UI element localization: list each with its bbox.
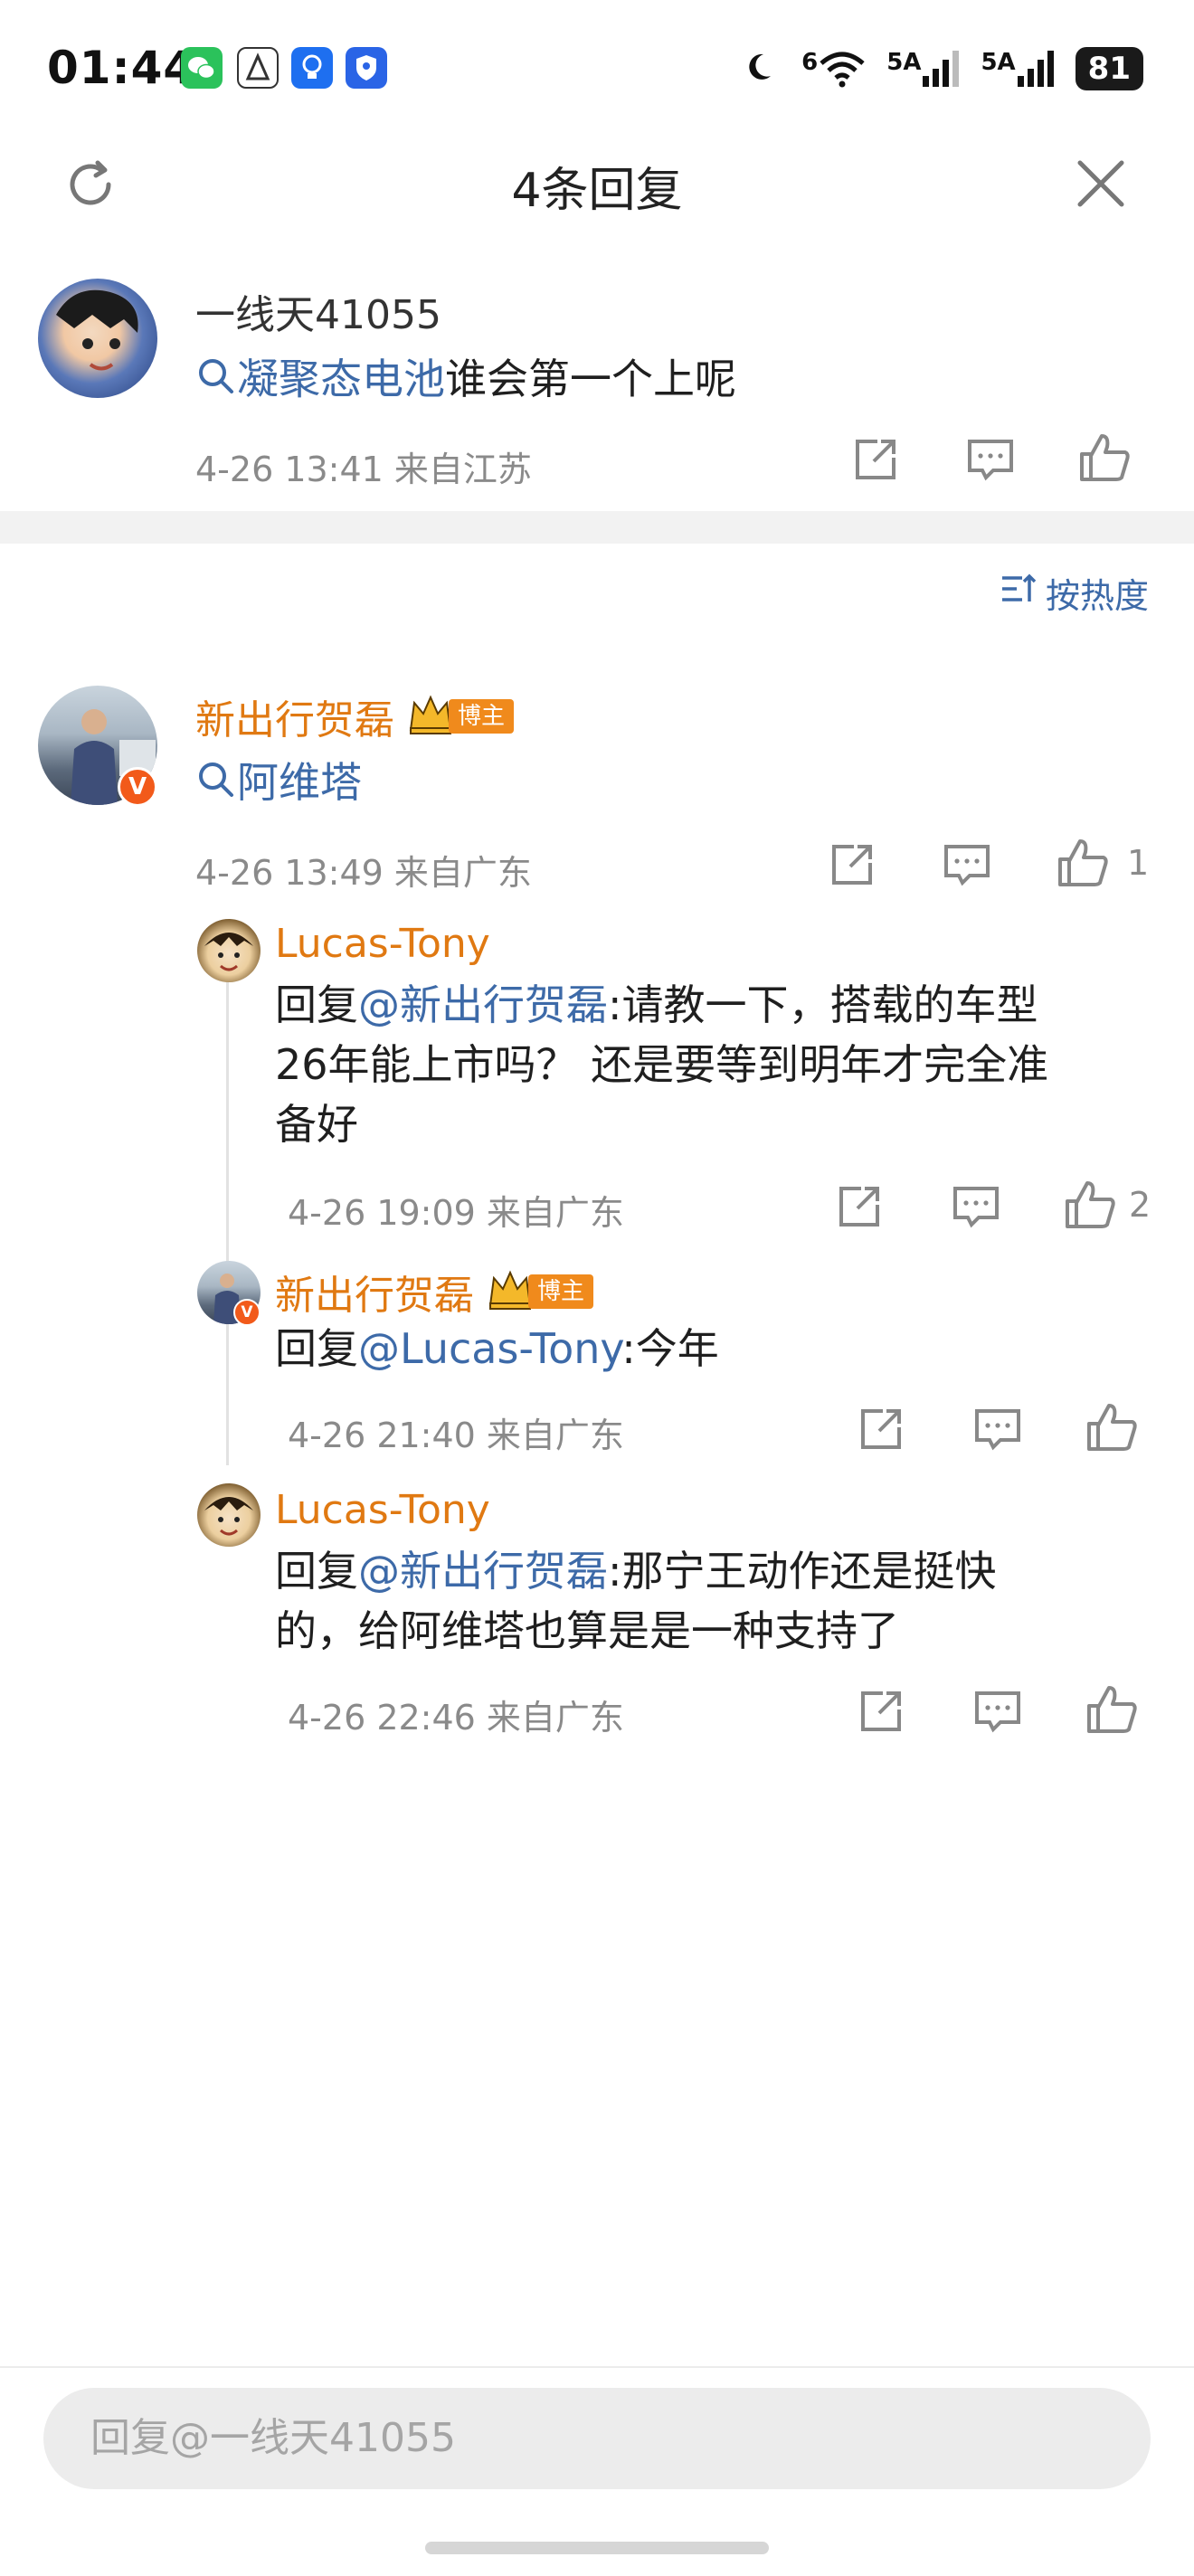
reply-prefix: 回复 bbox=[275, 980, 358, 1029]
like-icon[interactable] bbox=[1084, 1681, 1140, 1740]
signal2-icon: 5A bbox=[981, 49, 1055, 89]
reply2-username[interactable]: Lucas-Tony bbox=[275, 921, 490, 967]
topic-link[interactable]: 凝聚态电池 bbox=[237, 355, 445, 403]
sort-label: 按热度 bbox=[1045, 576, 1149, 616]
reply4-text: 回复@新出行贺磊:那宁王动作还是挺快 的，给阿维塔也算是是一种支持了 bbox=[275, 1541, 1143, 1661]
avatar[interactable] bbox=[197, 919, 261, 982]
share-icon[interactable] bbox=[856, 1686, 906, 1740]
topic-link[interactable]: 阿维塔 bbox=[237, 758, 362, 807]
signal1-label: 5A bbox=[886, 49, 922, 76]
reply1-username[interactable]: 新出行贺磊 bbox=[195, 687, 394, 745]
signal-icon: 5A bbox=[886, 49, 961, 89]
wifi-label: 6 bbox=[801, 49, 819, 76]
share-icon[interactable] bbox=[856, 1404, 906, 1458]
reply4-meta: 4-26 22:46 来自广东 bbox=[288, 1698, 624, 1738]
reply3-header: 新出行贺磊 博主 bbox=[275, 1263, 594, 1321]
signal2-label: 5A bbox=[981, 49, 1016, 76]
page-title: 4条回复 bbox=[511, 164, 683, 218]
bulb-icon bbox=[291, 47, 333, 89]
verified-icon: V bbox=[118, 767, 157, 807]
mention-link[interactable]: @新出行贺磊 bbox=[358, 980, 608, 1029]
share-icon[interactable] bbox=[827, 839, 877, 894]
reply2-line3: 备好 bbox=[275, 1100, 358, 1149]
battery-icon: 81 bbox=[1075, 47, 1143, 90]
close-icon[interactable] bbox=[1075, 157, 1127, 210]
reply2-text: 回复@新出行贺磊:请教一下，搭载的车型 26年能上市吗？ 还是要等到明年才完全准… bbox=[275, 975, 1143, 1154]
mention-link[interactable]: @Lucas-Tony bbox=[358, 1324, 621, 1373]
blogger-badge: 博主 bbox=[407, 694, 515, 739]
status-time: 01:44 bbox=[47, 42, 196, 94]
like-count: 2 bbox=[1129, 1185, 1151, 1225]
crown-icon bbox=[407, 694, 454, 739]
reply2-line1: :请教一下，搭载的车型 bbox=[608, 980, 1038, 1029]
thread-line bbox=[226, 977, 229, 1465]
section-divider bbox=[0, 511, 1194, 544]
avatar[interactable] bbox=[38, 279, 157, 398]
reply3-meta: 4-26 21:40 来自广东 bbox=[288, 1416, 624, 1455]
mention-link[interactable]: @新出行贺磊 bbox=[358, 1547, 608, 1596]
reply-prefix: 回复 bbox=[275, 1547, 358, 1596]
like-icon[interactable] bbox=[1084, 1398, 1140, 1458]
search-icon bbox=[195, 353, 237, 412]
share-icon[interactable] bbox=[834, 1181, 885, 1236]
reply2-meta: 4-26 19:09 来自广东 bbox=[288, 1193, 624, 1233]
avatar[interactable] bbox=[197, 1483, 261, 1547]
reply1-meta: 4-26 13:49 来自广东 bbox=[195, 853, 532, 893]
badge-label: 博主 bbox=[528, 1274, 594, 1309]
bottom-separator bbox=[0, 2366, 1194, 2368]
reply1-text: 阿维塔 bbox=[195, 753, 362, 816]
search-icon bbox=[195, 756, 237, 816]
like-icon[interactable] bbox=[1062, 1176, 1118, 1236]
status-right-group: 6 5A 5A 81 bbox=[745, 43, 1143, 94]
reply4-line2: 的，给阿维塔也算是是一种支持了 bbox=[275, 1606, 899, 1655]
wifi-icon: 6 bbox=[801, 49, 867, 89]
share-icon[interactable] bbox=[850, 434, 901, 488]
assistant-icon bbox=[237, 47, 279, 89]
comment-icon[interactable] bbox=[971, 1404, 1024, 1458]
reply2-line2: 26年能上市吗？ 还是要等到明年才完全准 bbox=[275, 1040, 1049, 1089]
root-text: 谁会第一个上呢 bbox=[445, 355, 736, 403]
reply3-username[interactable]: 新出行贺磊 bbox=[275, 1263, 474, 1321]
moon-icon bbox=[745, 49, 782, 89]
like-icon[interactable] bbox=[1055, 834, 1111, 894]
root-meta: 4-26 13:41 来自江苏 bbox=[195, 450, 532, 489]
comment-icon[interactable] bbox=[950, 1181, 1002, 1236]
like-count: 1 bbox=[1127, 843, 1150, 883]
blogger-badge: 博主 bbox=[487, 1269, 594, 1314]
reply4-line1: :那宁王动作还是挺快 bbox=[608, 1547, 997, 1596]
reply1-header: 新出行贺磊 博主 bbox=[195, 687, 515, 745]
reply-input[interactable]: 回复@一线天41055 bbox=[43, 2388, 1151, 2489]
badge-label: 博主 bbox=[449, 699, 515, 734]
reply-prefix: 回复 bbox=[275, 1324, 358, 1373]
crown-icon bbox=[487, 1269, 534, 1314]
sort-icon bbox=[1000, 573, 1037, 613]
shield-icon bbox=[346, 47, 387, 89]
wechat-icon bbox=[181, 47, 223, 89]
comment-icon[interactable] bbox=[941, 839, 993, 894]
reply3-text: 回复@Lucas-Tony:今年 bbox=[275, 1319, 719, 1378]
root-comment-text: 凝聚态电池谁会第一个上呢 bbox=[195, 349, 736, 412]
home-indicator[interactable] bbox=[425, 2542, 769, 2554]
verified-icon: V bbox=[233, 1299, 261, 1326]
comment-icon[interactable] bbox=[964, 434, 1017, 488]
like-icon[interactable] bbox=[1076, 429, 1132, 488]
reply3-line1: :今年 bbox=[621, 1324, 719, 1373]
comment-icon[interactable] bbox=[971, 1686, 1024, 1740]
reply4-username[interactable]: Lucas-Tony bbox=[275, 1487, 490, 1533]
root-username[interactable]: 一线天41055 bbox=[195, 282, 441, 340]
sort-button[interactable]: 按热度 bbox=[1000, 568, 1149, 618]
